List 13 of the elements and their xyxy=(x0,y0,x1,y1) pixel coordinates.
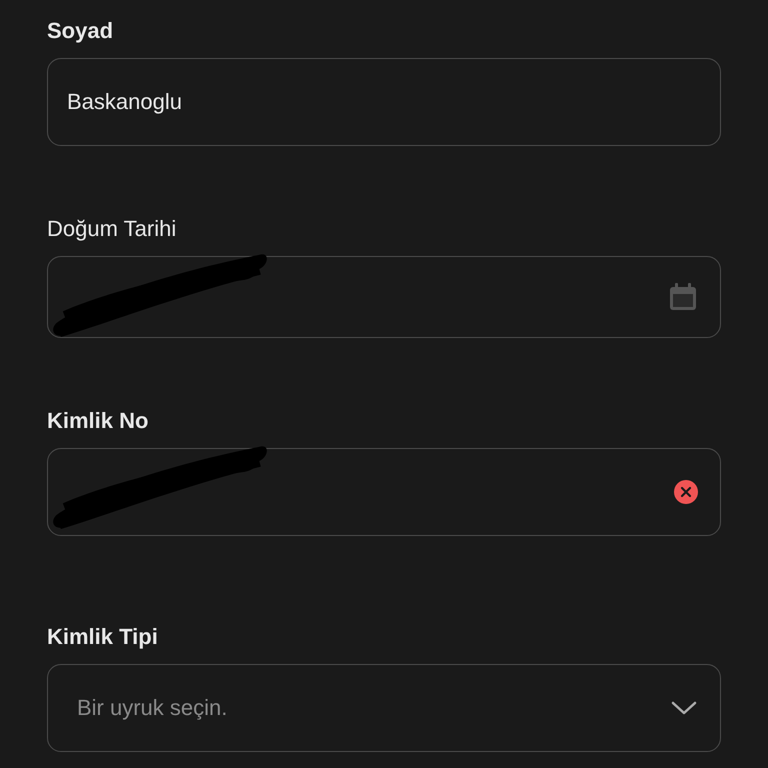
input-field[interactable] xyxy=(47,256,721,338)
field-label: Soyad xyxy=(47,18,114,44)
input-field[interactable]: Baskanoglu xyxy=(47,58,721,146)
field-value: Baskanoglu xyxy=(67,89,182,115)
field-label: Doğum Tarihi xyxy=(47,216,176,242)
calendar-icon[interactable] xyxy=(668,282,698,312)
input-field[interactable] xyxy=(47,448,721,536)
field-label: Kimlik No xyxy=(47,408,148,434)
clear-icon[interactable] xyxy=(674,480,698,504)
chevron-down-icon[interactable] xyxy=(670,700,698,716)
field-placeholder: Bir uyruk seçin. xyxy=(77,695,228,721)
dropdown-field[interactable]: Bir uyruk seçin. xyxy=(47,664,721,752)
field-label: Kimlik Tipi xyxy=(47,624,158,650)
